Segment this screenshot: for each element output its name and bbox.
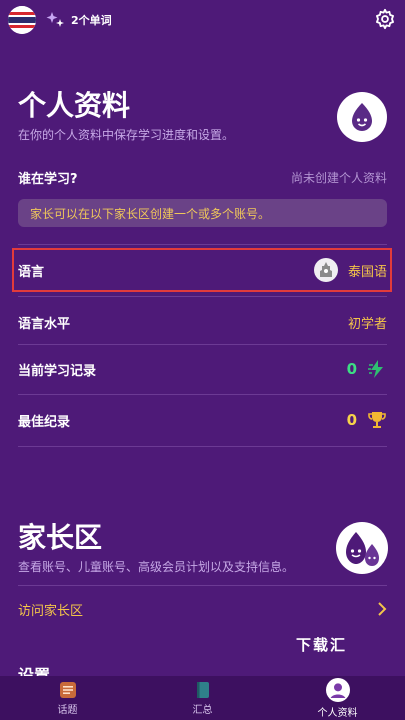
best-record-value: 0 bbox=[346, 411, 357, 429]
tab-topics[interactable]: 话题 bbox=[0, 676, 135, 720]
parent-zone-subtitle: 查看账号、儿童账号、高级会员计划以及支持信息。 bbox=[18, 560, 295, 574]
profile-mascot-icon bbox=[337, 92, 387, 142]
language-row[interactable]: 语言 泰国语 bbox=[18, 258, 387, 282]
thailand-flag-icon[interactable] bbox=[8, 6, 36, 34]
family-mascot-icon bbox=[336, 522, 388, 574]
divider bbox=[18, 394, 387, 395]
tab-topics-label: 话题 bbox=[57, 704, 78, 716]
best-record-row: 最佳纪录 0 bbox=[18, 408, 387, 432]
watermark: 下载汇 bbox=[296, 636, 348, 654]
tab-summary[interactable]: 汇总 bbox=[135, 676, 270, 720]
lightning-icon bbox=[368, 360, 383, 378]
divider bbox=[18, 446, 387, 447]
language-label: 语言 bbox=[18, 264, 45, 280]
current-record-row: 当前学习记录 0 bbox=[18, 357, 387, 381]
level-label: 语言水平 bbox=[18, 316, 71, 332]
who-learns-label: 谁在学习? bbox=[18, 171, 78, 187]
best-record-label: 最佳纪录 bbox=[18, 414, 71, 430]
visit-parent-zone-row[interactable]: 访问家长区 bbox=[18, 597, 387, 621]
notebook-icon bbox=[196, 681, 209, 698]
topics-icon bbox=[59, 681, 76, 698]
level-value: 初学者 bbox=[347, 316, 387, 332]
language-badge-icon bbox=[313, 258, 338, 282]
word-count-label[interactable]: 2个单词 bbox=[71, 12, 112, 28]
bottom-tab-bar: 话题 汇总 个人资料 bbox=[0, 676, 405, 720]
visit-parent-zone-label[interactable]: 访问家长区 bbox=[18, 600, 83, 619]
tab-profile[interactable]: 个人资料 bbox=[270, 676, 405, 720]
profile-icon bbox=[325, 677, 350, 702]
current-record-value: 0 bbox=[346, 360, 357, 378]
page-title: 个人资料 bbox=[18, 89, 131, 122]
tab-profile-label: 个人资料 bbox=[317, 707, 358, 719]
level-row[interactable]: 语言水平 初学者 bbox=[18, 310, 387, 334]
top-bar: 2个单词 bbox=[0, 0, 405, 40]
language-value: 泰国语 bbox=[347, 264, 387, 280]
trophy-icon bbox=[368, 412, 386, 428]
who-learns-value: 尚未创建个人资料 bbox=[290, 170, 387, 185]
sparkle-icon[interactable] bbox=[46, 10, 66, 30]
parent-zone-title: 家长区 bbox=[18, 521, 103, 554]
current-record-label: 当前学习记录 bbox=[18, 363, 97, 379]
tab-summary-label: 汇总 bbox=[192, 704, 213, 716]
page-subtitle: 在你的个人资料中保存学习进度和设置。 bbox=[18, 128, 235, 142]
chevron-right-icon[interactable] bbox=[377, 602, 387, 616]
divider bbox=[18, 244, 387, 245]
who-learns-row[interactable]: 谁在学习? 尚未创建个人资料 bbox=[18, 166, 387, 188]
divider bbox=[18, 344, 387, 345]
divider bbox=[18, 296, 387, 297]
parent-info-banner: 家长可以在以下家长区创建一个或多个账号。 bbox=[18, 199, 387, 227]
divider bbox=[18, 585, 387, 586]
gear-icon[interactable] bbox=[374, 8, 396, 30]
